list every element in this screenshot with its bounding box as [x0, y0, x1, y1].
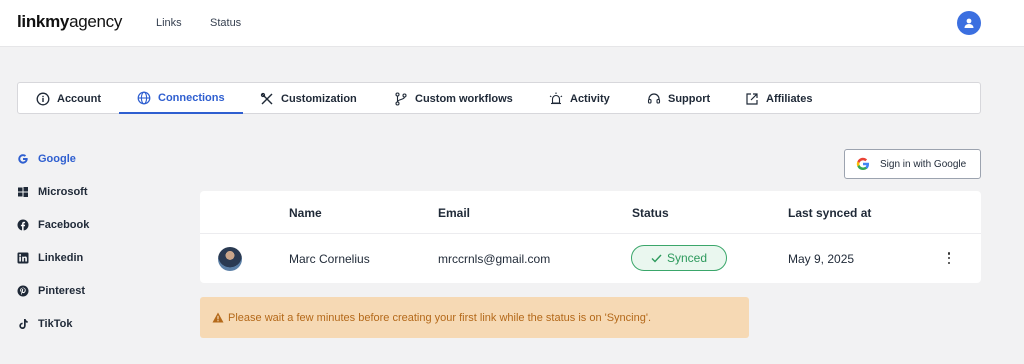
- tab-affiliates[interactable]: Affiliates: [727, 83, 830, 114]
- tab-customization[interactable]: Customization: [242, 83, 375, 114]
- connections-table: Name Email Status Last synced at Marc Co…: [200, 191, 981, 283]
- facebook-icon: [17, 219, 29, 231]
- tab-account[interactable]: Account: [18, 83, 119, 114]
- checkmark-icon: [651, 254, 662, 263]
- tools-icon: [260, 92, 273, 104]
- top-bar: linkmyagency Links Status: [0, 0, 1024, 47]
- status-badge-label: Synced: [666, 251, 708, 265]
- row-menu-icon[interactable]: [947, 252, 951, 264]
- google-button-label: Sign in with Google: [880, 158, 967, 170]
- sidebar-item-label: Linkedin: [38, 252, 84, 264]
- sidebar-item-label: Microsoft: [38, 186, 88, 198]
- info-icon: [36, 92, 50, 105]
- syncing-warning: Please wait a few minutes before creatin…: [200, 297, 749, 338]
- tab-label: Affiliates: [766, 92, 813, 105]
- settings-tabs: Account Connections Customization Custom…: [17, 82, 981, 114]
- avatar: [218, 247, 242, 271]
- tab-label: Activity: [570, 92, 610, 105]
- sidebar-item-tiktok[interactable]: TikTok: [17, 318, 72, 330]
- pinterest-icon: [17, 285, 29, 297]
- logo-regular-text: agency: [69, 12, 123, 31]
- sidebar-item-google[interactable]: Google: [17, 153, 76, 165]
- divider: [200, 233, 981, 234]
- tab-label: Custom workflows: [415, 92, 513, 105]
- user-avatar-button[interactable]: [957, 11, 981, 35]
- cell-last-synced: May 9, 2025: [788, 252, 855, 266]
- nav-links[interactable]: Links: [156, 17, 182, 29]
- logo-bold-text: linkmy: [17, 12, 70, 31]
- column-header-email: Email: [438, 206, 471, 220]
- alarm-icon: [549, 92, 563, 104]
- column-header-last-synced: Last synced at: [788, 206, 872, 220]
- tab-label: Customization: [281, 92, 357, 105]
- branch-icon: [395, 91, 407, 106]
- headset-icon: [647, 92, 661, 104]
- globe-icon: [137, 91, 151, 104]
- nav-status[interactable]: Status: [210, 17, 241, 29]
- column-header-status: Status: [632, 206, 669, 220]
- sidebar-item-label: TikTok: [38, 318, 73, 330]
- sign-in-with-google-button[interactable]: Sign in with Google: [844, 149, 981, 179]
- tab-connections[interactable]: Connections: [119, 83, 243, 114]
- tab-label: Account: [57, 92, 101, 105]
- sidebar-item-label: Google: [38, 153, 76, 165]
- tab-label: Connections: [158, 91, 225, 104]
- tiktok-icon: [19, 319, 28, 329]
- linkedin-icon: [17, 252, 29, 264]
- tab-custom-workflows[interactable]: Custom workflows: [376, 83, 531, 114]
- external-link-icon: [746, 92, 758, 105]
- windows-icon: [18, 187, 28, 197]
- tab-activity[interactable]: Activity: [531, 83, 628, 114]
- status-badge: Synced: [631, 245, 727, 271]
- sidebar-item-label: Pinterest: [38, 285, 86, 297]
- sidebar-item-facebook[interactable]: Facebook: [17, 219, 89, 231]
- column-header-name: Name: [289, 206, 322, 220]
- google-icon: [18, 154, 28, 164]
- cell-email: mrccrnls@gmail.com: [438, 252, 551, 266]
- sidebar-item-pinterest[interactable]: Pinterest: [17, 285, 85, 297]
- logo[interactable]: linkmyagency: [17, 12, 122, 32]
- sidebar-item-label: Facebook: [38, 219, 90, 231]
- warning-icon: [212, 312, 224, 323]
- tab-label: Support: [668, 92, 711, 105]
- sidebar-item-microsoft[interactable]: Microsoft: [17, 186, 88, 198]
- cell-name: Marc Cornelius: [289, 252, 370, 266]
- user-icon: [964, 18, 974, 28]
- warning-text: Please wait a few minutes before creatin…: [228, 311, 652, 324]
- google-g-icon: [856, 157, 870, 171]
- sidebar-item-linkedin[interactable]: Linkedin: [17, 252, 83, 264]
- tab-support[interactable]: Support: [629, 83, 728, 114]
